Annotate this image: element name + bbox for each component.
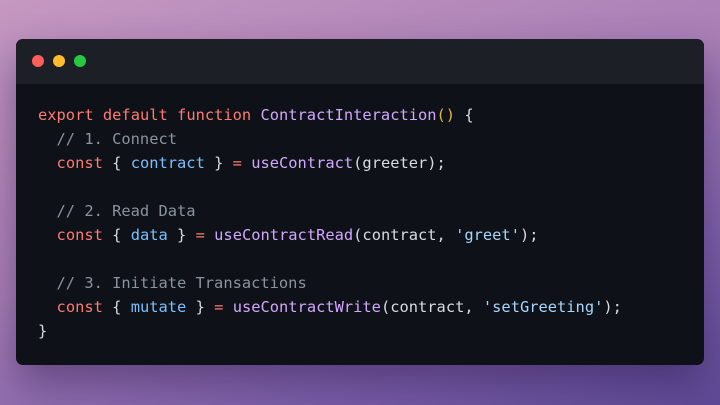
code-token-keyword: const	[56, 154, 103, 172]
code-token-keyword: =	[195, 226, 205, 244]
code-token-comment: // 2. Read Data	[38, 202, 196, 220]
window-titlebar	[16, 39, 704, 84]
code-token-keyword: default	[102, 106, 168, 124]
code-token-plain: }	[204, 154, 233, 172]
code-token-function: ContractInteraction	[260, 106, 437, 124]
code-token-keyword: const	[56, 226, 103, 244]
code-token-plain: }	[167, 226, 196, 244]
code-token-comment: // 3. Initiate Transactions	[38, 274, 307, 292]
code-line: const { data } = useContractRead(contrac…	[38, 223, 694, 247]
code-token-variable: mutate	[130, 298, 187, 316]
code-token-function: useContract	[251, 154, 354, 172]
code-line: }	[38, 319, 694, 343]
code-window: export default function ContractInteract…	[16, 39, 704, 365]
code-token-paren: ()	[436, 106, 456, 124]
code-token-variable: contract	[130, 154, 205, 172]
code-token-plain: {	[455, 106, 474, 124]
maximize-window-button[interactable]	[74, 55, 86, 67]
code-token-keyword: const	[56, 298, 103, 316]
code-token-plain: );	[519, 226, 539, 244]
code-token-function: useContractWrite	[232, 298, 381, 316]
code-token-function: useContractRead	[214, 226, 354, 244]
code-line: // 1. Connect	[38, 127, 694, 151]
code-token-string: 'setGreeting'	[482, 298, 604, 316]
code-token-keyword: =	[214, 298, 224, 316]
code-token-keyword: =	[232, 154, 242, 172]
code-token-comment: // 1. Connect	[38, 130, 177, 148]
code-token-plain: (greeter);	[353, 154, 446, 172]
code-token-keyword: function	[177, 106, 252, 124]
code-token-plain: {	[102, 226, 131, 244]
code-line: const { mutate } = useContractWrite(cont…	[38, 295, 694, 319]
code-token-plain: (contract,	[380, 298, 483, 316]
code-token-keyword: export	[38, 106, 94, 124]
close-window-button[interactable]	[32, 55, 44, 67]
code-token-plain: );	[603, 298, 622, 316]
code-line: // 2. Read Data	[38, 199, 694, 223]
code-line: // 3. Initiate Transactions	[38, 271, 694, 295]
code-block: export default function ContractInteract…	[38, 103, 694, 343]
code-token-plain: {	[102, 298, 131, 316]
code-token-variable: data	[130, 226, 168, 244]
minimize-window-button[interactable]	[53, 55, 65, 67]
code-token-string: 'greet'	[455, 226, 520, 244]
code-token-plain: {	[102, 154, 131, 172]
code-token-plain: }	[38, 322, 48, 340]
code-line: const { contract } = useContract(greeter…	[38, 151, 694, 175]
code-token-plain: }	[186, 298, 215, 316]
code-line: export default function ContractInteract…	[38, 103, 694, 127]
code-token-plain: (contract,	[353, 226, 456, 244]
